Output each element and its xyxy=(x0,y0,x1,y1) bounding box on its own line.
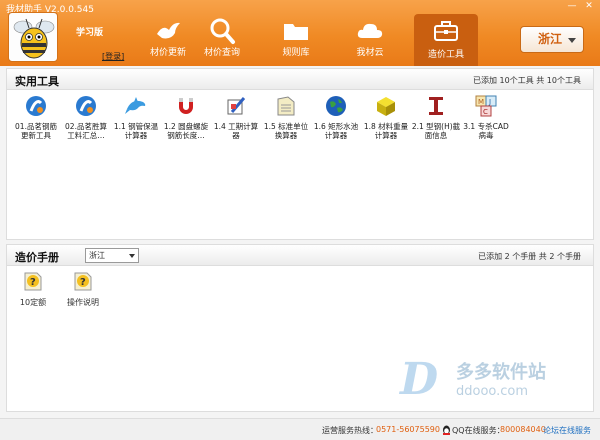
cube-icon xyxy=(377,97,395,116)
site-watermark: D 多多软件站 ddooo.com xyxy=(400,354,580,405)
svg-text:J: J xyxy=(488,98,491,106)
tool-item[interactable]: 2.1 型钢(H)截 面信息 xyxy=(411,94,461,140)
forum-link[interactable]: 论坛在线服务 xyxy=(543,425,591,436)
tool-item[interactable]: 1.6 矩形水池 计算器 xyxy=(311,94,361,140)
watermark-url: ddooo.com xyxy=(456,384,529,399)
tool-item[interactable]: 1.1 钢管保温 计算器 xyxy=(111,94,161,140)
watermark-logo-icon: D xyxy=(400,354,439,405)
edition-label: 学习版 xyxy=(76,28,104,38)
qq-number[interactable]: 800084040 xyxy=(500,425,546,434)
globe-icon xyxy=(326,96,346,116)
tool-item[interactable]: 1.2 圆盘螺旋 钢筋长度… xyxy=(161,94,211,140)
manual-item[interactable]: ? 操作说明 xyxy=(63,270,103,308)
status-bar: 运营服务热线： 0571-56075590 QQ在线服务： 800084040 … xyxy=(0,418,600,440)
dolphin-icon xyxy=(125,97,146,114)
nav-cloud[interactable]: 我材云 xyxy=(338,14,402,64)
tool-item[interactable]: M J C 3.1 专杀CAD 病毒 xyxy=(461,94,511,140)
tool-item[interactable]: 1.4 工期计算 器 xyxy=(211,94,261,140)
app-header: 我材助手 V2.0.0.545 — ✕ 学习版 [登录] 材价更新 材价查询 规… xyxy=(0,0,600,66)
help-doc-icon: ? xyxy=(74,272,92,291)
svg-text:?: ? xyxy=(30,277,36,288)
close-button[interactable]: ✕ xyxy=(582,1,596,12)
tool-list: 01.品茗钢筋 更新工具 02.品茗胜算 工料汇总… 1.1 钢管保温 计算器 … xyxy=(7,90,593,140)
manual-count: 已添加 2 个手册 共 2 个手册 xyxy=(478,252,581,261)
nav-rules-library[interactable]: 规则库 xyxy=(264,14,328,64)
manual-list: ? 10定额 ? 操作说明 xyxy=(7,266,593,308)
window-controls: — ✕ xyxy=(565,1,596,12)
hotline-label: 运营服务热线： xyxy=(322,426,378,435)
manual-province-select[interactable]: 浙江 xyxy=(85,248,139,263)
chevron-down-icon xyxy=(129,254,135,258)
province-value: 浙江 xyxy=(538,32,563,46)
watermark-name: 多多软件站 xyxy=(456,362,546,383)
manual-panel-title: 造价手册 xyxy=(15,251,59,264)
manual-province-value: 浙江 xyxy=(89,251,105,260)
tools-panel-title: 实用工具 xyxy=(15,75,59,88)
mjc-blocks-icon: M J C xyxy=(475,95,497,117)
magnifier-icon xyxy=(210,18,235,44)
login-link[interactable]: [登录] xyxy=(102,51,124,62)
nav-cost-tools[interactable]: 造价工具 xyxy=(414,14,478,66)
province-dropdown[interactable]: 浙江 xyxy=(520,26,584,53)
tool-item[interactable]: 01.品茗钢筋 更新工具 xyxy=(11,94,61,140)
svg-text:M: M xyxy=(478,98,484,106)
bird-icon xyxy=(157,22,180,39)
tools-panel-body: 01.品茗钢筋 更新工具 02.品茗胜算 工料汇总… 1.1 钢管保温 计算器 … xyxy=(6,90,594,240)
paper-icon xyxy=(277,96,295,116)
hotline-number: 0571-56075590 xyxy=(376,425,440,434)
qq-icon xyxy=(442,425,451,437)
ibeam-icon xyxy=(429,97,443,115)
svg-text:?: ? xyxy=(80,277,86,288)
manual-item[interactable]: ? 10定额 xyxy=(13,270,53,308)
tool-item[interactable]: 02.品茗胜算 工料汇总… xyxy=(61,94,111,140)
pinming-icon xyxy=(26,96,46,116)
manual-panel-header: 造价手册 浙江 已添加 2 个手册 共 2 个手册 xyxy=(6,244,594,266)
tools-count: 已添加 10个工具 共 10个工具 xyxy=(473,76,581,85)
pinming-icon xyxy=(76,96,96,116)
tools-panel-header: 实用工具 已添加 10个工具 共 10个工具 xyxy=(6,68,594,90)
help-doc-icon: ? xyxy=(24,272,42,291)
nav-price-query[interactable]: 材价查询 xyxy=(190,14,254,64)
pen-icon xyxy=(227,97,246,115)
svg-text:C: C xyxy=(483,108,488,116)
tool-item[interactable]: 1.8 材料重量 计算器 xyxy=(361,94,411,140)
qq-label: QQ在线服务： xyxy=(452,426,505,435)
toolbox-icon xyxy=(434,21,458,41)
folder-icon xyxy=(284,24,308,40)
bee-logo-icon xyxy=(8,12,58,62)
tool-item[interactable]: 1.5 标准单位 换算器 xyxy=(261,94,311,140)
minimize-button[interactable]: — xyxy=(565,1,579,12)
magnet-icon xyxy=(179,98,193,114)
cloud-icon xyxy=(357,23,383,38)
chevron-down-icon xyxy=(568,38,576,43)
